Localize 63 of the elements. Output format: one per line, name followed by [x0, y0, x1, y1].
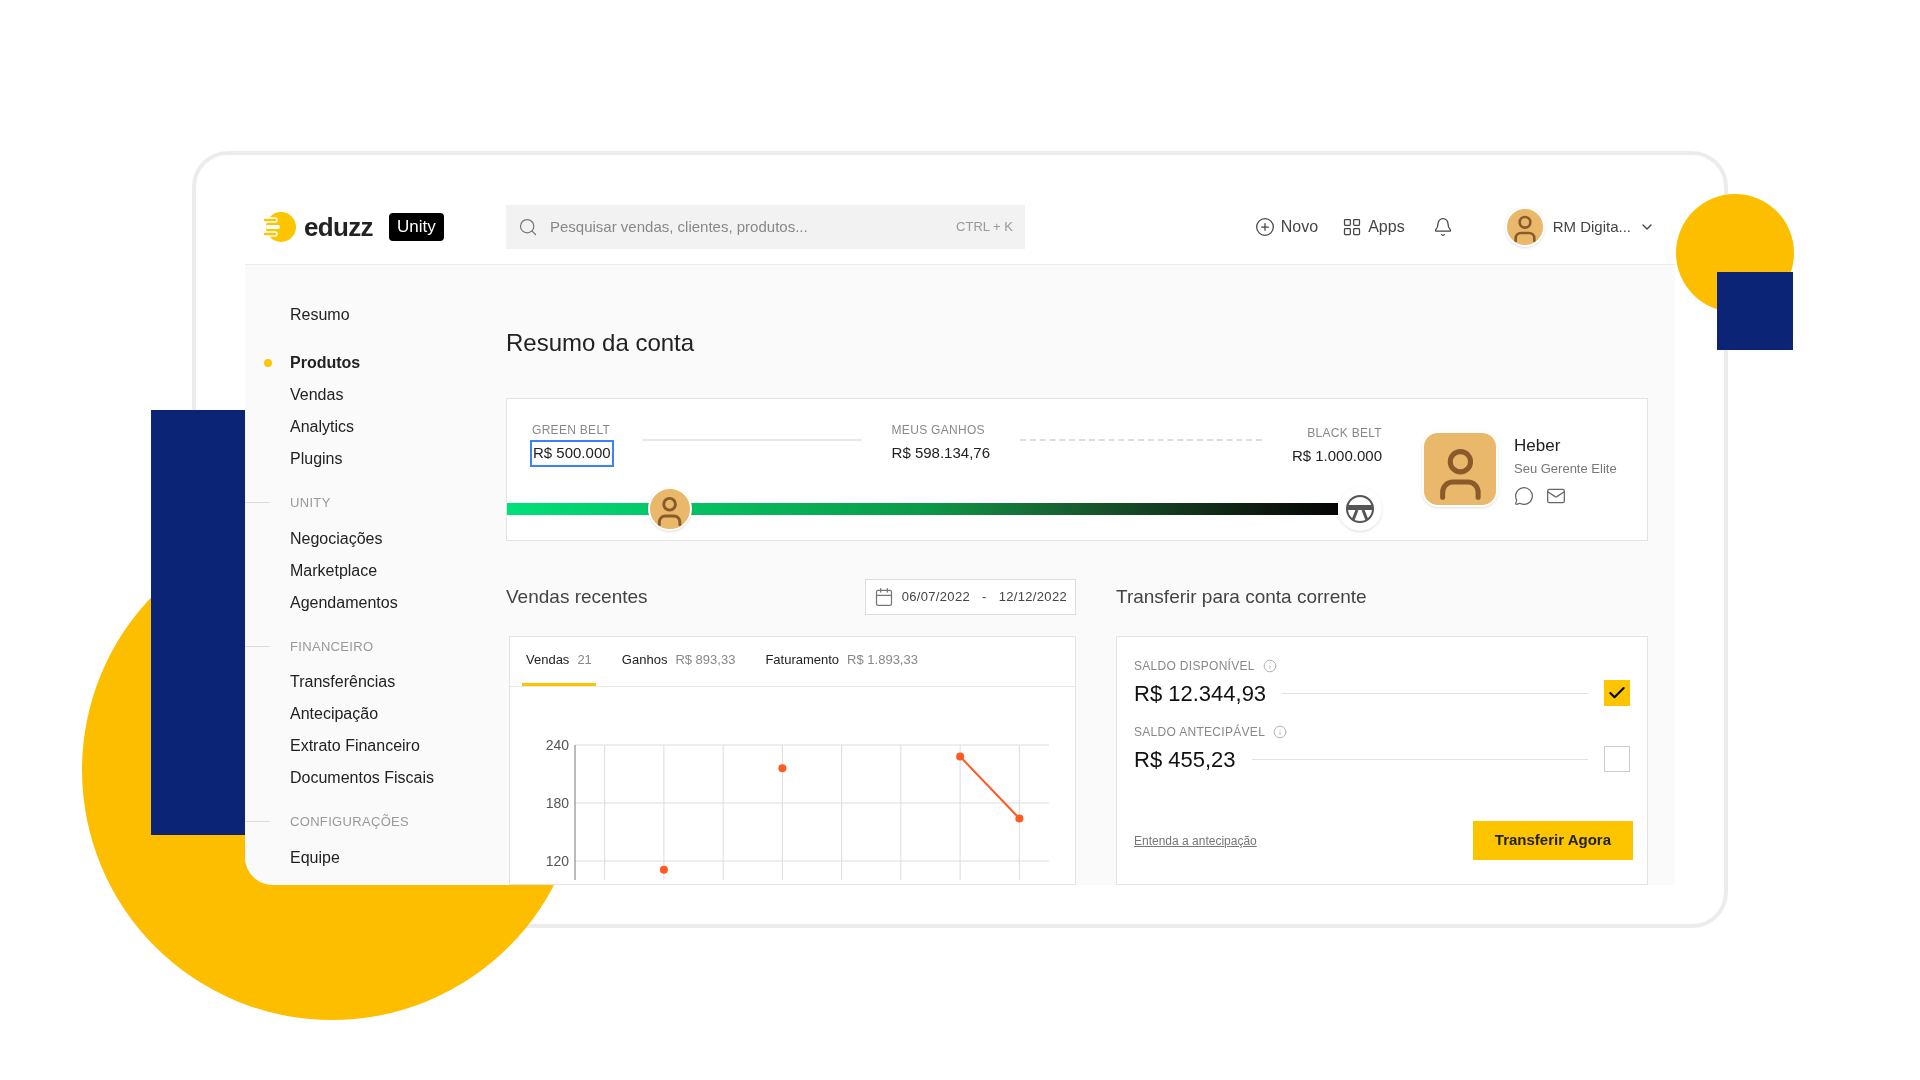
new-button[interactable]: Novo: [1254, 215, 1319, 239]
balance-label: SALDO DISPONÍVEL: [1134, 657, 1255, 675]
help-link[interactable]: Entenda a antecipação: [1134, 831, 1257, 850]
user-avatar: [1504, 207, 1545, 247]
logo-icon: [262, 210, 296, 244]
belt-icon: [1338, 487, 1382, 531]
progress-avatar: [648, 487, 692, 531]
sidebar-item[interactable]: Resumo: [290, 303, 350, 327]
grid-icon: [1342, 217, 1363, 237]
chart-tab[interactable]: Ganhos R$ 893,33: [617, 637, 740, 686]
chat-icon[interactable]: [1514, 486, 1534, 506]
belt-value: R$ 500.000: [532, 442, 612, 465]
sidebar-item[interactable]: Produtos: [290, 351, 361, 375]
transfer-button[interactable]: Transferir Agora: [1472, 821, 1633, 860]
apps-button[interactable]: Apps: [1342, 215, 1405, 239]
axis-tick-label: 240: [545, 737, 569, 753]
section-heading: CONFIGURAÇÕES: [290, 813, 410, 831]
logo-text: eduzz: [304, 210, 373, 244]
balance-label: SALDO ANTECIPÁVEL: [1134, 723, 1266, 741]
belt-label: GREEN BELT: [532, 422, 612, 439]
checkbox[interactable]: [1604, 746, 1630, 772]
data-point: [659, 865, 668, 874]
plan-badge: Unity: [389, 213, 444, 241]
balance-amount: R$ 12.344,93: [1134, 679, 1267, 708]
sidebar-item[interactable]: Documentos Fiscais: [290, 766, 435, 790]
balance-amount: R$ 455,23: [1134, 745, 1236, 774]
checkbox[interactable]: [1604, 680, 1630, 706]
sidebar-item[interactable]: Plugins: [290, 447, 343, 471]
axis-tick-label: 180: [545, 795, 569, 811]
plus-circle-icon: [1254, 217, 1275, 237]
belt-value: R$ 1.000.000: [1291, 446, 1382, 466]
sidebar-item[interactable]: Transferências: [290, 670, 396, 694]
data-point: [956, 752, 965, 761]
axis-tick-label: 120: [545, 853, 569, 869]
sidebar-item[interactable]: Negociações: [290, 526, 383, 551]
section-heading: UNITY: [290, 494, 331, 512]
chart-tab[interactable]: Faturamento R$ 1.893,33: [761, 637, 922, 686]
section-title: Vendas recentes: [506, 584, 648, 609]
sidebar-item[interactable]: Extrato Financeiro: [290, 734, 420, 758]
calendar-icon: [873, 587, 894, 607]
sidebar-item[interactable]: Vendas: [290, 383, 344, 407]
section-title: Transferir para conta corrente: [1116, 584, 1367, 609]
sidebar-item[interactable]: Antecipação: [290, 702, 379, 726]
earnings-label: MEUS GANHOS: [891, 422, 986, 439]
data-point: [1015, 814, 1024, 823]
chart-tab[interactable]: Vendas 21: [522, 637, 596, 686]
date-range-picker[interactable]: 06/07/2022 - 12/12/2022: [864, 579, 1076, 615]
search-input[interactable]: Pesquisar vendas, clientes, produtos...: [550, 215, 945, 239]
page-title: Resumo da conta: [506, 327, 695, 358]
sidebar-item[interactable]: Analytics: [290, 415, 355, 439]
section-heading: FINANCEIRO: [290, 637, 374, 656]
earnings-value: R$ 598.134,76: [891, 443, 990, 463]
search-icon: [518, 217, 538, 237]
sidebar-item[interactable]: Equipe: [290, 845, 340, 870]
mail-icon[interactable]: [1546, 486, 1566, 506]
data-point: [778, 764, 787, 773]
belt-label: BLACK BELT: [1307, 425, 1382, 442]
manager-role: Seu Gerente Elite: [1514, 459, 1617, 478]
manager-name: Heber: [1514, 435, 1562, 457]
sidebar-item[interactable]: Agendamentos: [290, 590, 398, 615]
shortcut-hint: CTRL + K: [956, 218, 1013, 237]
user-menu[interactable]: RM Digita...: [1504, 207, 1655, 247]
sidebar-item[interactable]: Marketplace: [290, 558, 378, 583]
